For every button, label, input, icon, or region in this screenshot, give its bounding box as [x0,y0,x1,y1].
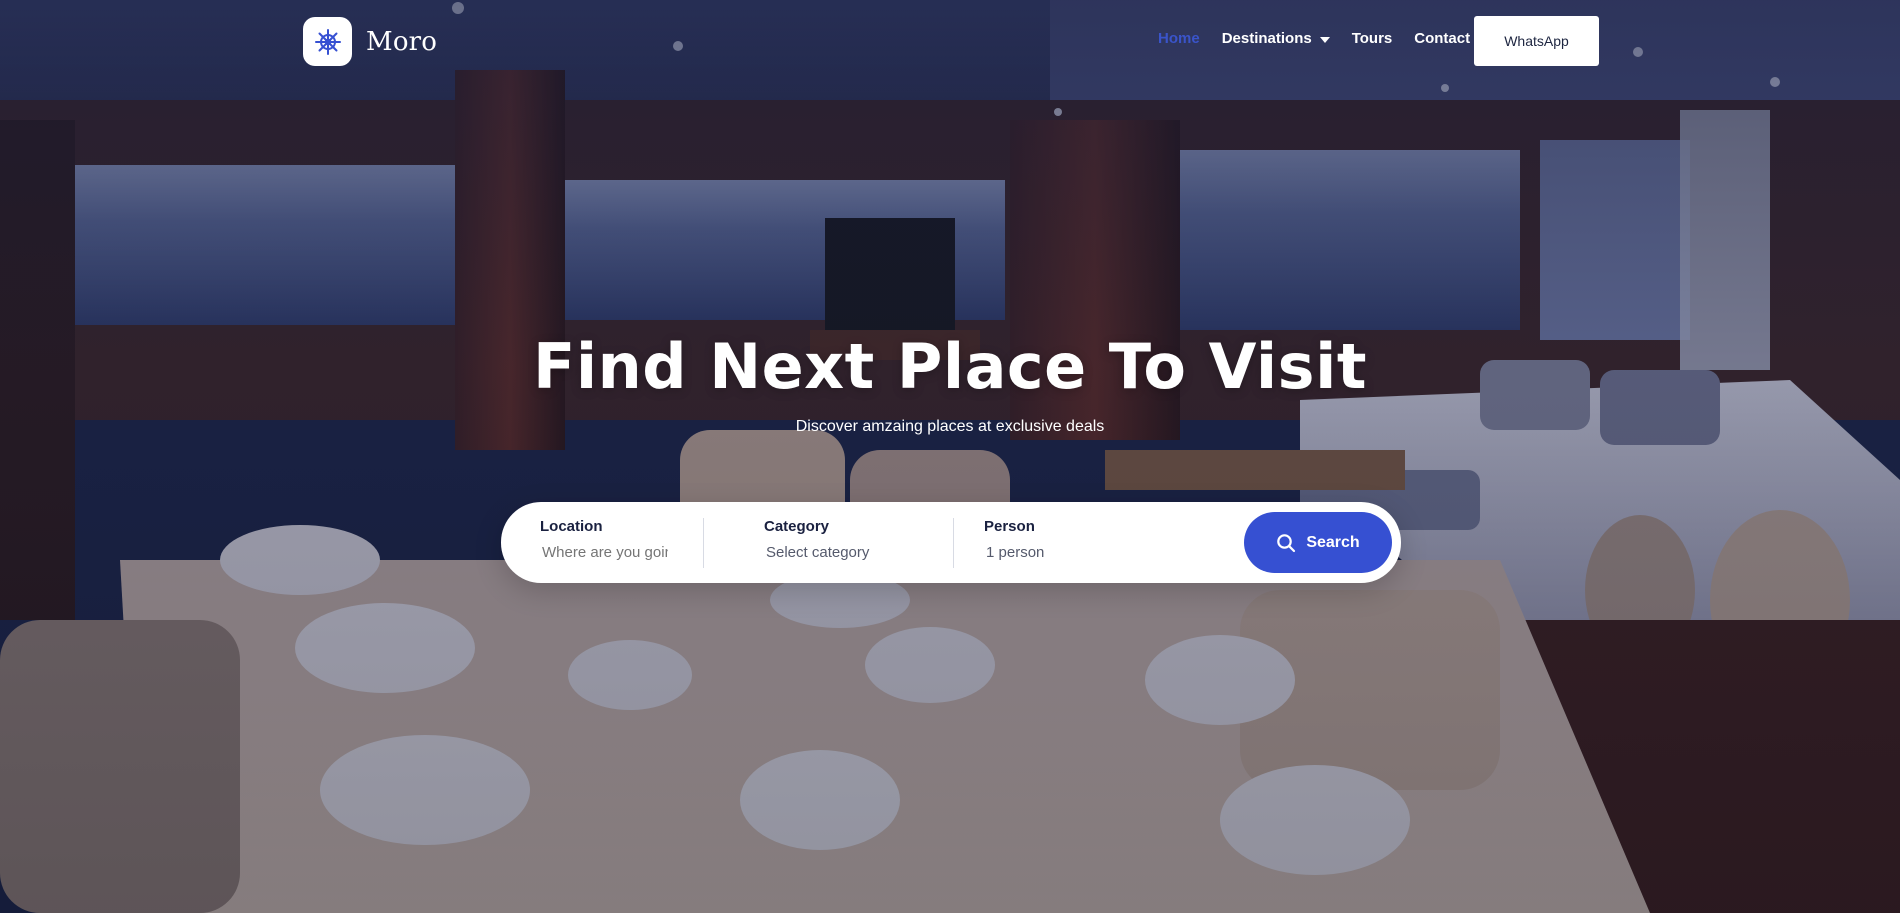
location-input[interactable] [540,544,670,561]
person-field[interactable]: Person 1 person [984,518,1114,568]
brand-name: Moro [366,26,438,57]
nav-destinations[interactable]: Destinations [1222,30,1330,47]
hero-title: Find Next Place To Visit [533,330,1367,403]
nav-home[interactable]: Home [1158,30,1200,47]
search-button-label: Search [1306,533,1360,551]
field-divider [953,518,954,568]
category-select[interactable]: Select category [764,544,894,561]
search-icon [1277,533,1296,552]
site-header: Moro Home Destinations Tours Contact Wha… [0,0,1900,84]
logo-badge [303,17,352,66]
category-field[interactable]: Category Select category [764,518,894,568]
hero-overlay [0,0,1900,913]
main-nav: Home Destinations Tours Contact [1158,30,1492,47]
brand-logo[interactable]: Moro [303,17,437,66]
whatsapp-button[interactable]: WhatsApp [1474,16,1599,66]
hero-section: Moro Home Destinations Tours Contact Wha… [0,0,1900,913]
chevron-down-icon [1319,36,1330,43]
location-field: Location [540,518,670,568]
search-button[interactable]: Search [1244,512,1392,573]
search-bar: Location Category Select category Person… [501,502,1401,583]
nav-tours[interactable]: Tours [1352,30,1393,47]
person-select[interactable]: 1 person [984,544,1114,561]
category-label: Category [764,518,830,535]
nav-contact[interactable]: Contact [1414,30,1470,47]
nav-destinations-label: Destinations [1221,30,1312,47]
field-divider [703,518,704,568]
person-label: Person [984,518,1035,535]
ship-wheel-icon [314,28,341,55]
location-label: Location [540,518,603,535]
hero-subtitle: Discover amzaing places at exclusive dea… [795,418,1105,435]
